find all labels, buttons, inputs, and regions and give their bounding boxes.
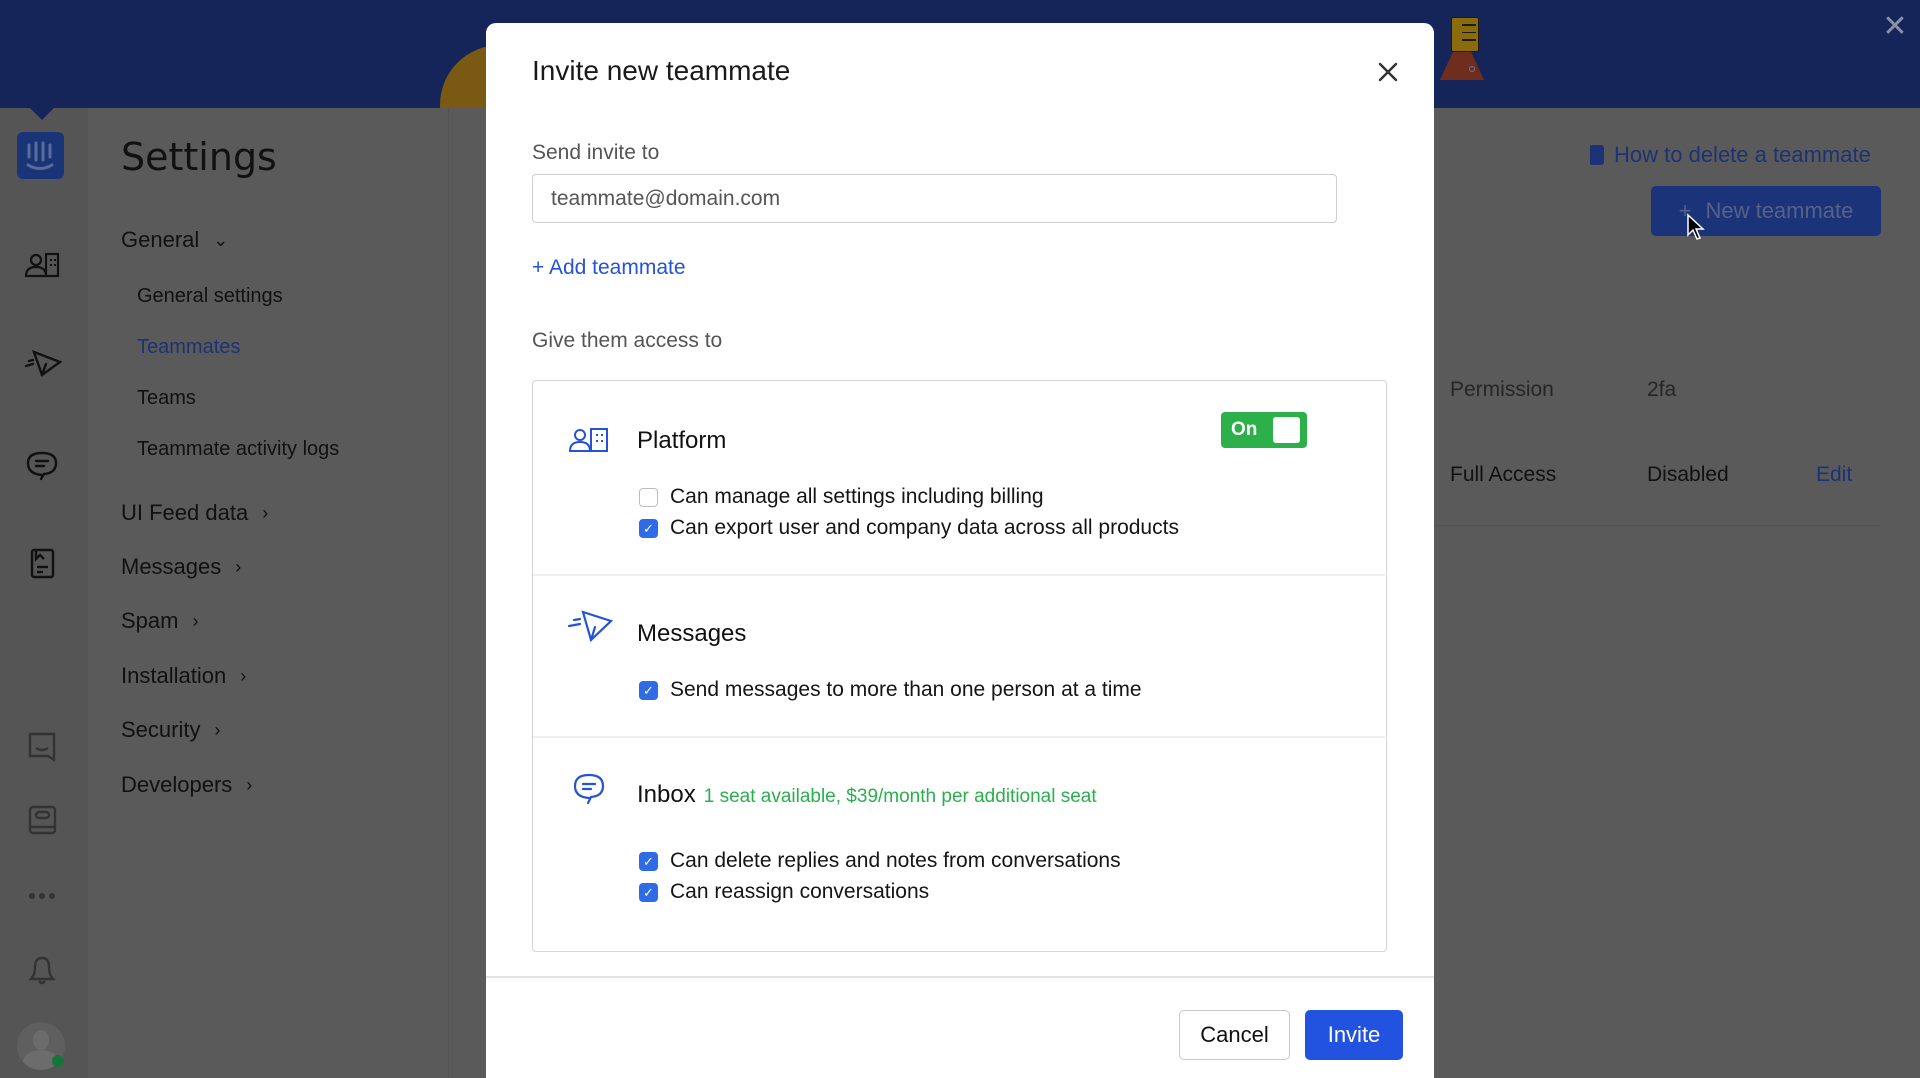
sidebar-item-general-settings[interactable]: General settings — [137, 285, 283, 308]
messenger-icon[interactable] — [20, 724, 64, 768]
settings-title: Settings — [121, 135, 277, 179]
permission-label: Can export user and company data across … — [670, 516, 1179, 539]
nav-group-security[interactable]: Security › — [121, 717, 220, 743]
modal-footer-divider — [486, 976, 1434, 978]
nav-group-general[interactable]: General ⌄ — [121, 227, 228, 253]
help-link-label: How to delete a teammate — [1614, 142, 1871, 167]
chevron-right-icon: › — [240, 665, 247, 686]
permission-delete-replies[interactable]: Can delete replies and notes from conver… — [639, 849, 1121, 873]
checkbox-send-bulk-messages[interactable] — [639, 680, 658, 700]
book-icon — [1590, 145, 1604, 165]
nav-group-label: Spam — [121, 608, 179, 633]
platform-section: Platform Can manage all settings includi… — [533, 381, 1385, 574]
permission-reassign-conversations[interactable]: Can reassign conversations — [639, 880, 929, 904]
close-icon[interactable] — [1373, 57, 1403, 87]
chevron-right-icon: › — [214, 719, 221, 740]
nav-group-installation[interactable]: Installation › — [121, 663, 246, 689]
permission-manage-settings[interactable]: Can manage all settings including billin… — [639, 485, 1044, 509]
chevron-down-icon: ⌄ — [213, 229, 229, 250]
rail-pointer — [30, 108, 54, 120]
cancel-button[interactable]: Cancel — [1179, 1010, 1290, 1060]
settings-sidebar — [88, 108, 448, 1078]
nav-group-messages[interactable]: Messages › — [121, 554, 241, 580]
outbound-messages-icon[interactable] — [20, 342, 64, 386]
chevron-right-icon: › — [262, 502, 269, 523]
invite-button[interactable]: Invite — [1305, 1010, 1403, 1060]
seat-availability-note: 1 seat available, $39/month per addition… — [703, 786, 1097, 807]
send-invite-label: Send invite to — [532, 141, 660, 164]
sidebar-item-teams[interactable]: Teams — [137, 387, 196, 410]
nav-group-developers[interactable]: Developers › — [121, 772, 252, 798]
add-teammate-link[interactable]: + Add teammate — [532, 256, 686, 280]
table-row-divider — [1433, 525, 1881, 526]
invite-teammate-modal: Invite new teammate Send invite to + Add… — [486, 23, 1434, 1078]
platform-contacts-icon — [568, 428, 608, 452]
inbox-access-toggle[interactable]: On — [1221, 412, 1307, 448]
cell-permission: Full Access — [1450, 463, 1557, 486]
nav-group-label: Security — [121, 717, 201, 742]
inbox-chat-icon — [573, 773, 605, 805]
section-title-text: Inbox — [637, 781, 696, 808]
section-title-text: Platform — [637, 427, 727, 454]
contacts-icon[interactable] — [20, 243, 64, 287]
checkbox-reassign-conversations[interactable] — [639, 882, 658, 902]
toggle-label: On — [1231, 419, 1258, 440]
articles-icon[interactable] — [20, 541, 64, 585]
sidebar-item-teammate-activity-logs[interactable]: Teammate activity logs — [137, 438, 339, 461]
column-header-2fa[interactable]: 2fa — [1647, 378, 1676, 402]
chevron-right-icon: › — [192, 610, 199, 631]
mouse-cursor-icon — [1687, 213, 1705, 240]
inbox-chat-icon[interactable] — [20, 442, 64, 486]
banner-close-icon[interactable]: ✕ — [1880, 12, 1910, 42]
messages-section: Messages Send messages to more than one … — [533, 576, 1385, 736]
permission-label: Can manage all settings including billin… — [670, 485, 1044, 508]
permission-label: Send messages to more than one person at… — [670, 678, 1142, 701]
notifications-bell-icon[interactable] — [20, 948, 64, 992]
checklist-illustration — [1451, 17, 1479, 52]
nav-group-label: Installation — [121, 663, 227, 688]
sidebar-item-teammates[interactable]: Teammates — [137, 336, 240, 359]
permission-export-data[interactable]: Can export user and company data across … — [639, 516, 1179, 540]
inbox-section: Inbox 1 seat available, $39/month per ad… — [533, 738, 1385, 951]
section-title-platform: Platform — [637, 427, 726, 455]
knowledge-base-icon[interactable] — [20, 798, 64, 842]
checkbox-delete-replies[interactable] — [639, 851, 658, 871]
access-permissions-box: Platform Can manage all settings includi… — [532, 380, 1387, 952]
permission-send-bulk-messages[interactable]: Send messages to more than one person at… — [639, 678, 1142, 702]
section-title-inbox: Inbox 1 seat available, $39/month per ad… — [637, 781, 1097, 809]
nav-group-label: Developers — [121, 772, 233, 797]
email-field[interactable] — [532, 174, 1337, 223]
checkbox-manage-settings[interactable] — [639, 487, 658, 507]
permission-label: Can delete replies and notes from conver… — [670, 849, 1121, 872]
column-header-permission[interactable]: Permission — [1450, 378, 1554, 402]
banner-decoration-dot — [1469, 66, 1475, 72]
section-title-messages: Messages — [637, 620, 746, 648]
how-to-delete-teammate-link[interactable]: How to delete a teammate — [1590, 142, 1871, 168]
nav-group-label: General — [121, 227, 200, 252]
chevron-right-icon: › — [246, 774, 253, 795]
permission-label: Can reassign conversations — [670, 880, 930, 903]
online-status-dot — [52, 1055, 64, 1067]
toggle-knob — [1273, 417, 1300, 443]
cell-2fa: Disabled — [1647, 463, 1729, 486]
messages-send-icon — [567, 610, 613, 643]
new-teammate-label: New teammate — [1705, 198, 1854, 223]
modal-title: Invite new teammate — [532, 55, 791, 86]
intercom-logo-icon[interactable] — [17, 132, 64, 179]
nav-group-spam[interactable]: Spam › — [121, 608, 198, 634]
nav-group-label: UI Feed data — [121, 500, 249, 525]
more-icon[interactable] — [20, 874, 64, 918]
section-title-text: Messages — [637, 620, 747, 647]
nav-group-ui-feed-data[interactable]: UI Feed data › — [121, 500, 268, 526]
access-label: Give them access to — [532, 329, 723, 352]
edit-teammate-link[interactable]: Edit — [1816, 463, 1852, 487]
nav-group-label: Messages — [121, 554, 222, 579]
chevron-right-icon: › — [235, 556, 242, 577]
checkbox-export-data[interactable] — [639, 518, 658, 538]
